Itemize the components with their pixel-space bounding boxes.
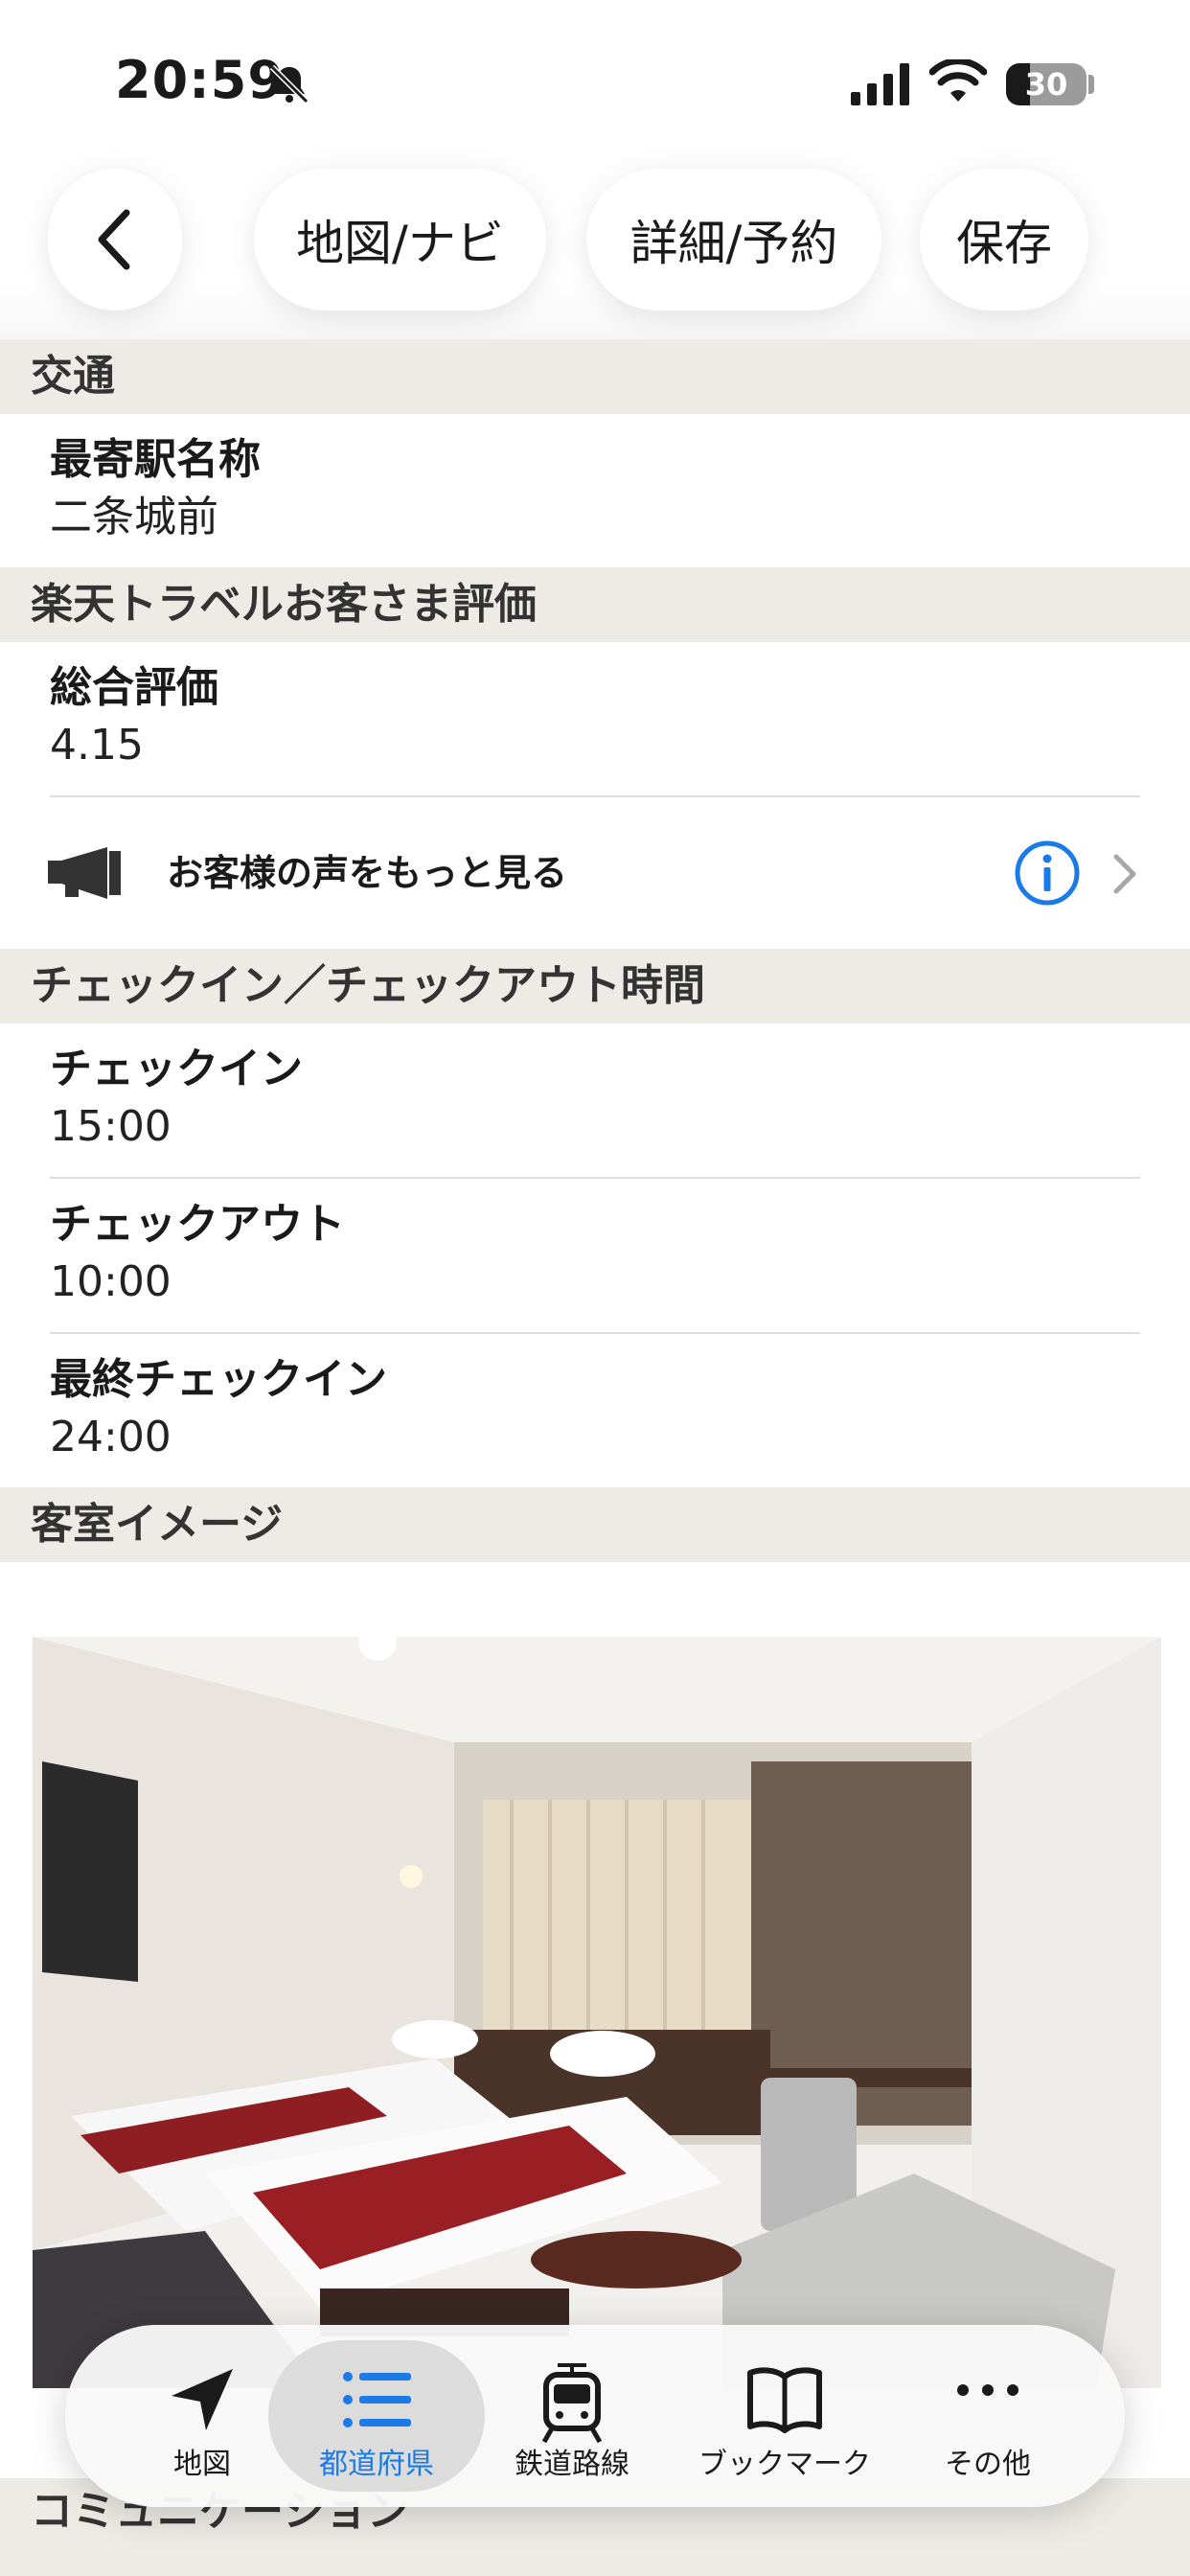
checkout-row: チェックアウト 10:00 xyxy=(0,1179,1190,1332)
train-icon xyxy=(541,2363,603,2444)
list-icon xyxy=(343,2372,411,2427)
book-icon xyxy=(747,2367,822,2433)
checkin-row: チェックイン 15:00 xyxy=(0,1024,1190,1177)
tab-prefectures[interactable]: 都道府県 xyxy=(268,2340,485,2492)
section-header-room-image: 客室イメージ xyxy=(0,1487,1190,1562)
last-checkin-row: 最終チェックイン 24:00 xyxy=(0,1334,1190,1487)
tab-label: その他 xyxy=(945,2448,1031,2481)
tab-label: ブックマーク xyxy=(698,2448,871,2481)
checkout-value: 10:00 xyxy=(50,1257,172,1306)
tab-label: 鉄道路線 xyxy=(515,2448,629,2481)
chevron-right-icon xyxy=(1113,854,1136,894)
hotel-detail-content: 交通 最寄駅名称 二条城前 楽天トラベルお客さま評価 総合評価 4.15 お客様… xyxy=(0,339,1190,1562)
section-header-transport: 交通 xyxy=(0,339,1190,414)
customer-voices-label: お客様の声をもっと見る xyxy=(167,852,568,894)
room-photo-illustration xyxy=(33,1637,1161,2388)
nearest-station-value: 二条城前 xyxy=(50,493,218,541)
status-bar: 20:59 30 xyxy=(0,0,1190,163)
map-navi-button[interactable]: 地図/ナビ xyxy=(254,169,546,310)
checkin-value: 15:00 xyxy=(50,1102,172,1151)
customer-voices-link[interactable]: お客様の声をもっと見る xyxy=(0,797,1190,949)
last-checkin-label: 最終チェックイン xyxy=(50,1355,387,1404)
tab-more[interactable]: その他 xyxy=(880,2340,1096,2492)
top-action-bar: 地図/ナビ 詳細/予約 保存 xyxy=(0,144,1190,340)
info-icon[interactable] xyxy=(1014,840,1081,907)
wifi-icon xyxy=(929,59,987,102)
section-header-checkin: チェックイン／チェックアウト時間 xyxy=(0,949,1190,1024)
bottom-tab-bar: 地図 都道府県 鉄道路線 ブックマーク その他 xyxy=(65,2325,1125,2507)
checkin-label: チェックイン xyxy=(50,1045,303,1093)
battery-tip xyxy=(1088,75,1094,94)
save-button[interactable]: 保存 xyxy=(920,169,1088,310)
last-checkin-value: 24:00 xyxy=(50,1413,172,1461)
battery-percent: 30 xyxy=(1024,66,1068,103)
location-arrow-icon xyxy=(172,2369,233,2430)
nearest-station-label: 最寄駅名称 xyxy=(50,435,261,484)
checkout-label: チェックアウト xyxy=(50,1200,345,1249)
tab-bookmarks[interactable]: ブックマーク xyxy=(676,2340,893,2492)
megaphone-icon xyxy=(48,847,121,899)
bell-slash-icon xyxy=(269,64,309,104)
nearest-station-row: 最寄駅名称 二条城前 xyxy=(0,414,1190,567)
chevron-left-icon xyxy=(98,209,130,270)
overall-rating-row: 総合評価 4.15 xyxy=(0,642,1190,795)
more-icon xyxy=(957,2384,1018,2396)
overall-rating-label: 総合評価 xyxy=(50,663,218,712)
battery-icon: 30 xyxy=(1006,63,1087,105)
tab-label: 都道府県 xyxy=(319,2448,434,2481)
detail-reserve-button[interactable]: 詳細/予約 xyxy=(586,169,881,310)
overall-rating-value: 4.15 xyxy=(50,721,144,770)
room-photo[interactable] xyxy=(33,1637,1161,2388)
signal-icon xyxy=(851,63,909,105)
tab-railway-lines[interactable]: 鉄道路線 xyxy=(464,2340,680,2492)
section-header-rating: 楽天トラベルお客さま評価 xyxy=(0,567,1190,642)
back-button[interactable] xyxy=(48,169,182,310)
status-time: 20:59 xyxy=(115,50,285,110)
